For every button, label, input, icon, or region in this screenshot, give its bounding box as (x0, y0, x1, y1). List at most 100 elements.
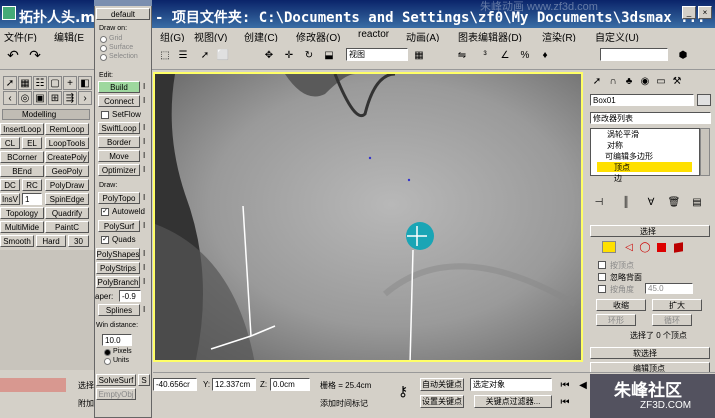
remloop-button[interactable]: RemLoop (45, 123, 89, 135)
named-selection-field[interactable] (600, 48, 668, 61)
insv-button[interactable]: InsV (0, 193, 20, 205)
polyboost-default-button[interactable]: default (96, 8, 150, 20)
border-mode-icon[interactable]: ◯ (638, 240, 652, 254)
undo-icon[interactable]: ↶ (6, 47, 20, 63)
tool-extrude-icon[interactable]: ⊞ (48, 91, 62, 105)
rotate-icon[interactable]: ↻ (302, 48, 316, 62)
border-button[interactable]: Border (98, 136, 140, 148)
tool-bevel-icon[interactable]: ⇶ (63, 91, 77, 105)
s-button[interactable]: S (138, 374, 150, 386)
polystrips-button[interactable]: PolyStrips (96, 262, 140, 274)
stack-item-vertex[interactable]: 顶点 (614, 162, 630, 173)
vertex-mode-icon[interactable] (602, 241, 616, 253)
select-move-icon[interactable]: ✥ (262, 48, 276, 62)
tool-box-icon[interactable]: ▢ (48, 76, 62, 90)
autoweld-checkbox[interactable]: ✓ (101, 208, 109, 216)
topology-button[interactable]: Topology (0, 207, 44, 219)
by-vertex-checkbox[interactable] (598, 261, 606, 269)
prev-frame-icon[interactable]: ◀ (576, 378, 590, 392)
bend-button[interactable]: BEnd (0, 165, 44, 177)
by-angle-checkbox[interactable] (598, 285, 606, 293)
tool-ring-icon[interactable]: ▣ (33, 91, 47, 105)
spinedge-button[interactable]: SpinEdge (45, 193, 89, 205)
ring-button[interactable]: 环形 (596, 314, 636, 326)
hierarchy-tab-icon[interactable]: ♣ (622, 74, 636, 88)
units-radio[interactable] (104, 358, 111, 365)
createpoly-button[interactable]: CreatePoly (45, 151, 89, 163)
geopoly-button[interactable]: GeoPoly (45, 165, 89, 177)
angle-snap-icon[interactable]: ∠ (498, 48, 512, 62)
select-name-icon[interactable]: ☰ (176, 48, 190, 62)
select-cursor-icon[interactable]: ➚ (198, 48, 212, 62)
cl-button[interactable]: CL (0, 137, 20, 149)
viewport[interactable] (153, 72, 583, 362)
angle-30-button[interactable]: 30 (68, 235, 89, 247)
tool-plus-icon[interactable]: + (63, 76, 77, 90)
auto-key-button[interactable]: 自动关键点 (420, 378, 464, 391)
rc-button[interactable]: RC (22, 179, 42, 191)
pin-stack-icon[interactable]: ⊣ (592, 195, 606, 209)
configure-sets-icon[interactable]: ▤ (690, 195, 704, 209)
stack-item-symmetry[interactable]: 对称 (607, 140, 623, 151)
show-end-result-icon[interactable]: ║ (619, 195, 633, 209)
looptools-button[interactable]: LoopTools (45, 137, 89, 149)
insv-count-field[interactable]: 1 (22, 193, 42, 205)
make-unique-icon[interactable]: ∀ (644, 195, 658, 209)
build-button[interactable]: Build (98, 81, 140, 93)
taper-field[interactable]: -0.9 (119, 290, 141, 302)
connect-button[interactable]: Connect (98, 95, 140, 107)
loop-button[interactable]: 循环 (652, 314, 692, 326)
paintc-button[interactable]: PaintC (45, 221, 89, 233)
polydraw-button[interactable]: PolyDraw (45, 179, 89, 191)
smooth-button[interactable]: Smooth (0, 235, 34, 247)
tool-right-icon[interactable]: › (78, 91, 92, 105)
quads-checkbox[interactable]: ✓ (101, 236, 109, 244)
display-tab-icon[interactable]: ▭ (654, 74, 668, 88)
el-button[interactable]: EL (22, 137, 42, 149)
utilities-tab-icon[interactable]: ⚒ (670, 74, 684, 88)
tool-left-icon[interactable]: ‹ (3, 91, 17, 105)
tool-grid-icon[interactable]: ▦ (18, 76, 32, 90)
shrink-button[interactable]: 收缩 (596, 299, 646, 311)
insertloop-button[interactable]: InsertLoop (0, 123, 44, 135)
polyshapes-button[interactable]: PolyShapes (96, 248, 140, 260)
x-coordinate-field[interactable]: -40.656cr (153, 378, 197, 391)
polybranch-button[interactable]: PolyBranch (96, 276, 140, 288)
emptyobj-button[interactable]: EmptyObj (96, 388, 136, 400)
motion-tab-icon[interactable]: ◉ (638, 74, 652, 88)
z-coordinate-field[interactable]: 0.0cm (270, 378, 310, 391)
goto-start-icon-2[interactable]: ⏮ (558, 395, 572, 409)
tool-loop-icon[interactable]: ◎ (18, 91, 32, 105)
quadrify-button[interactable]: Quadrify (45, 207, 89, 219)
element-mode-icon[interactable] (674, 242, 683, 253)
pivot-icon[interactable]: ▦ (412, 48, 426, 62)
add-time-tag-label[interactable]: 添加时间标记 (320, 398, 368, 409)
reference-coordinate-dropdown[interactable]: 视图 (346, 48, 408, 61)
polygon-mode-icon[interactable] (657, 243, 666, 252)
object-color-swatch[interactable] (697, 94, 711, 106)
scale-icon[interactable]: ⬓ (322, 48, 336, 62)
close-button[interactable]: × (698, 6, 712, 19)
tool-arrow-icon[interactable]: ➚ (3, 76, 17, 90)
snap-icon[interactable]: ³ (478, 48, 492, 62)
create-tab-icon[interactable]: ➚ (590, 74, 604, 88)
win-distance-field[interactable]: 10.0 (102, 334, 132, 346)
stack-item-turbosmooth[interactable]: 涡轮平滑 (607, 129, 639, 140)
select-region-icon[interactable]: ⬜ (216, 48, 230, 62)
stack-item-edge[interactable]: 边 (614, 173, 622, 184)
key-icon[interactable]: ⚷ (396, 383, 410, 399)
y-coordinate-field[interactable]: 12.337cm (212, 378, 256, 391)
pixels-radio[interactable] (104, 349, 111, 356)
tool-list-icon[interactable]: ☷ (33, 76, 47, 90)
splines-button[interactable]: Splines (98, 304, 140, 316)
dc-button[interactable]: DC (0, 179, 20, 191)
minimize-button[interactable]: _ (682, 6, 696, 19)
render-icon[interactable]: ⬢ (676, 48, 690, 62)
remove-modifier-icon[interactable]: 🗑 (667, 195, 681, 209)
setflow-checkbox[interactable] (101, 111, 109, 119)
set-key-button[interactable]: 设置关键点 (420, 395, 464, 408)
stack-item-editable-poly[interactable]: 可编辑多边形 (605, 151, 653, 162)
stack-scrollbar[interactable] (700, 128, 710, 176)
grow-button[interactable]: 扩大 (652, 299, 702, 311)
spinner-snap-icon[interactable]: ♦ (538, 48, 552, 62)
